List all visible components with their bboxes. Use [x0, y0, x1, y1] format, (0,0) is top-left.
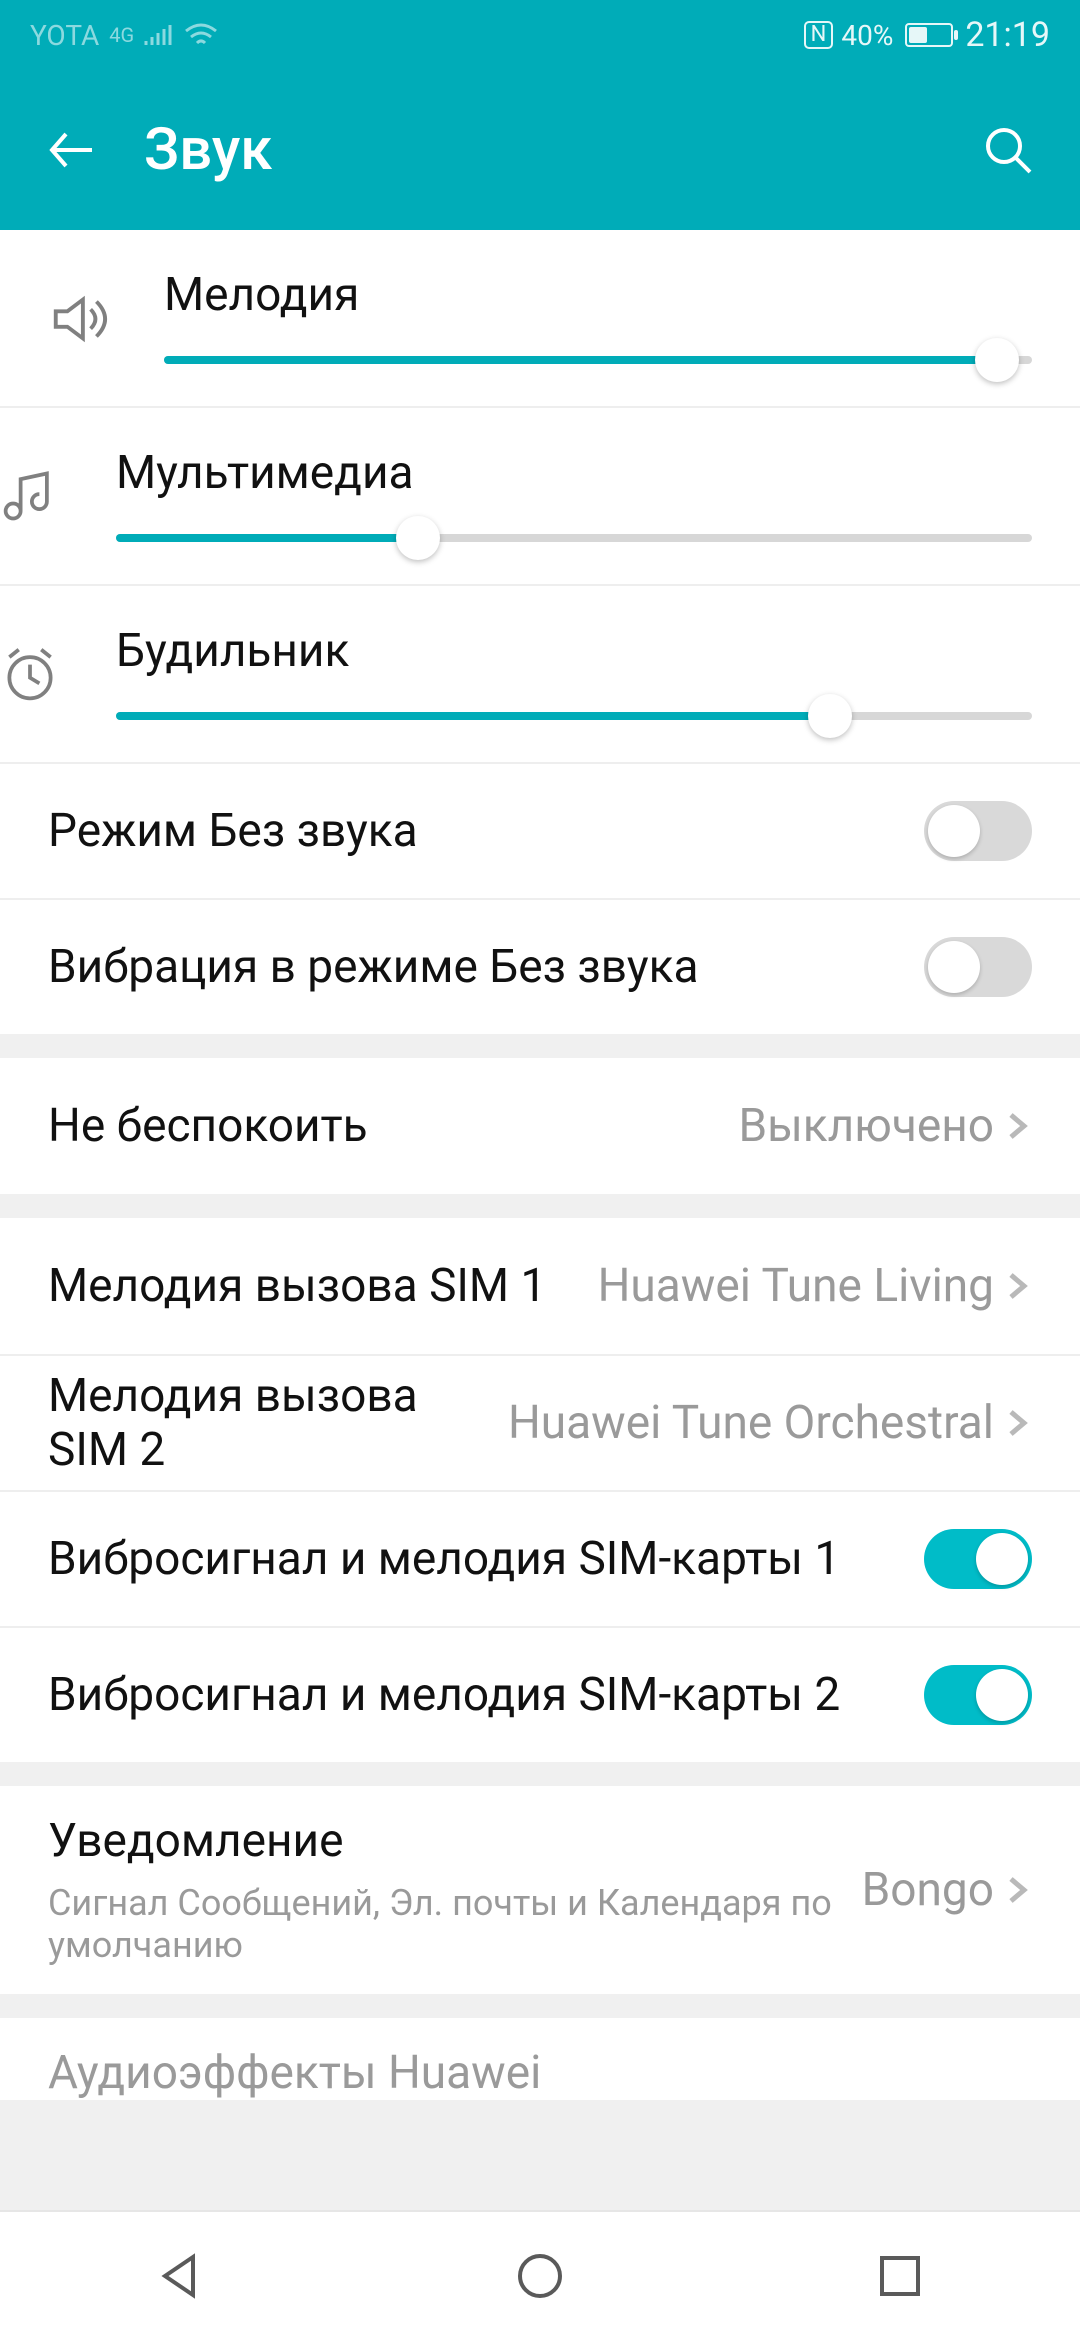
ringtone-sim2-value: Huawei Tune Orchestral — [508, 1396, 994, 1450]
ringtone-sim1-label: Мелодия вызова SIM 1 — [48, 1259, 598, 1313]
battery-percent: 40% — [841, 19, 893, 52]
huawei-audio-effects-label: Аудиоэффекты Huawei — [48, 2046, 541, 2100]
nav-back-button[interactable] — [135, 2231, 225, 2321]
circle-home-icon — [513, 2249, 567, 2303]
vibrate-in-silent-label: Вибрация в режиме Без звука — [48, 940, 924, 994]
notification-sound-value: Bongo — [862, 1863, 994, 1917]
nav-home-button[interactable] — [495, 2231, 585, 2321]
page-title: Звук — [144, 116, 936, 184]
notification-sound-row[interactable]: Уведомление Сигнал Сообщений, Эл. почты … — [0, 1786, 1080, 1994]
ringtone-icon — [48, 252, 164, 350]
silent-mode-switch[interactable] — [924, 801, 1032, 861]
chevron-right-icon — [1002, 1875, 1032, 1905]
vibrate-sim1-label: Вибросигнал и мелодия SIM-карты 1 — [48, 1532, 924, 1586]
ringtone-sim2-row[interactable]: Мелодия вызова SIM 2 Huawei Tune Orchest… — [0, 1354, 1080, 1490]
media-volume-label: Мультимедиа — [116, 446, 1032, 500]
media-volume-slider[interactable] — [116, 534, 1032, 542]
vibrate-sim1-row[interactable]: Вибросигнал и мелодия SIM-карты 1 — [0, 1490, 1080, 1626]
alarm-volume-label: Будильник — [116, 624, 1032, 678]
chevron-right-icon — [1002, 1408, 1032, 1438]
vibrate-sim2-row[interactable]: Вибросигнал и мелодия SIM-карты 2 — [0, 1626, 1080, 1762]
ringtone-sim2-label: Мелодия вызова SIM 2 — [48, 1369, 508, 1477]
silent-mode-label: Режим Без звука — [48, 804, 924, 858]
carrier-label: YOTA — [30, 19, 99, 52]
clock-label: 21:19 — [965, 15, 1050, 55]
status-right: N 40% 21:19 — [804, 15, 1050, 55]
vibrate-in-silent-switch[interactable] — [924, 937, 1032, 997]
vibrate-sim1-switch[interactable] — [924, 1529, 1032, 1589]
nav-recent-button[interactable] — [855, 2231, 945, 2321]
vibrate-sim2-label: Вибросигнал и мелодия SIM-карты 2 — [48, 1668, 924, 1722]
navigation-bar — [0, 2210, 1080, 2340]
chevron-right-icon — [1002, 1111, 1032, 1141]
vibrate-in-silent-row[interactable]: Вибрация в режиме Без звука — [0, 898, 1080, 1034]
wifi-icon — [184, 23, 218, 47]
signal-icon — [144, 23, 174, 47]
media-icon — [0, 430, 116, 526]
alarm-volume-slider[interactable] — [116, 712, 1032, 720]
speaker-icon — [48, 288, 110, 350]
square-recent-icon — [876, 2252, 924, 2300]
ringtone-sim1-row[interactable]: Мелодия вызова SIM 1 Huawei Tune Living — [0, 1218, 1080, 1354]
ringtone-sim1-value: Huawei Tune Living — [598, 1259, 994, 1313]
alarm-icon — [0, 608, 116, 704]
silent-mode-row[interactable]: Режим Без звука — [0, 762, 1080, 898]
do-not-disturb-label: Не беспокоить — [48, 1099, 738, 1153]
notification-sound-sublabel: Сигнал Сообщений, Эл. почты и Календаря … — [48, 1882, 862, 1966]
music-note-icon — [0, 466, 60, 526]
do-not-disturb-row[interactable]: Не беспокоить Выключено — [0, 1058, 1080, 1194]
alarm-clock-icon — [0, 644, 60, 704]
status-bar: YOTA 4G N 40% 21:19 — [0, 0, 1080, 70]
nfc-icon: N — [804, 21, 834, 49]
ringtone-volume-slider[interactable] — [164, 356, 1032, 364]
search-icon — [980, 122, 1036, 178]
ringtone-volume-row: Мелодия — [0, 230, 1080, 406]
battery-fill — [909, 27, 927, 43]
back-button[interactable] — [40, 118, 104, 182]
vibrate-sim2-switch[interactable] — [924, 1665, 1032, 1725]
media-volume-row: Мультимедиа — [0, 406, 1080, 584]
huawei-audio-effects-row[interactable]: Аудиоэффекты Huawei — [0, 2018, 1080, 2100]
ringtone-volume-label: Мелодия — [164, 268, 1032, 322]
content-scroll[interactable]: Мелодия Мультимедиа — [0, 230, 1080, 2210]
chevron-right-icon — [1002, 1271, 1032, 1301]
alarm-volume-row: Будильник — [0, 584, 1080, 762]
triangle-back-icon — [153, 2249, 207, 2303]
do-not-disturb-value: Выключено — [738, 1099, 994, 1153]
notification-sound-label: Уведомление — [48, 1814, 862, 1868]
back-arrow-icon — [44, 122, 100, 178]
search-button[interactable] — [976, 118, 1040, 182]
battery-icon — [901, 23, 957, 47]
app-bar: Звук — [0, 70, 1080, 230]
status-left: YOTA 4G — [30, 19, 218, 52]
network-type-label: 4G — [109, 23, 134, 47]
